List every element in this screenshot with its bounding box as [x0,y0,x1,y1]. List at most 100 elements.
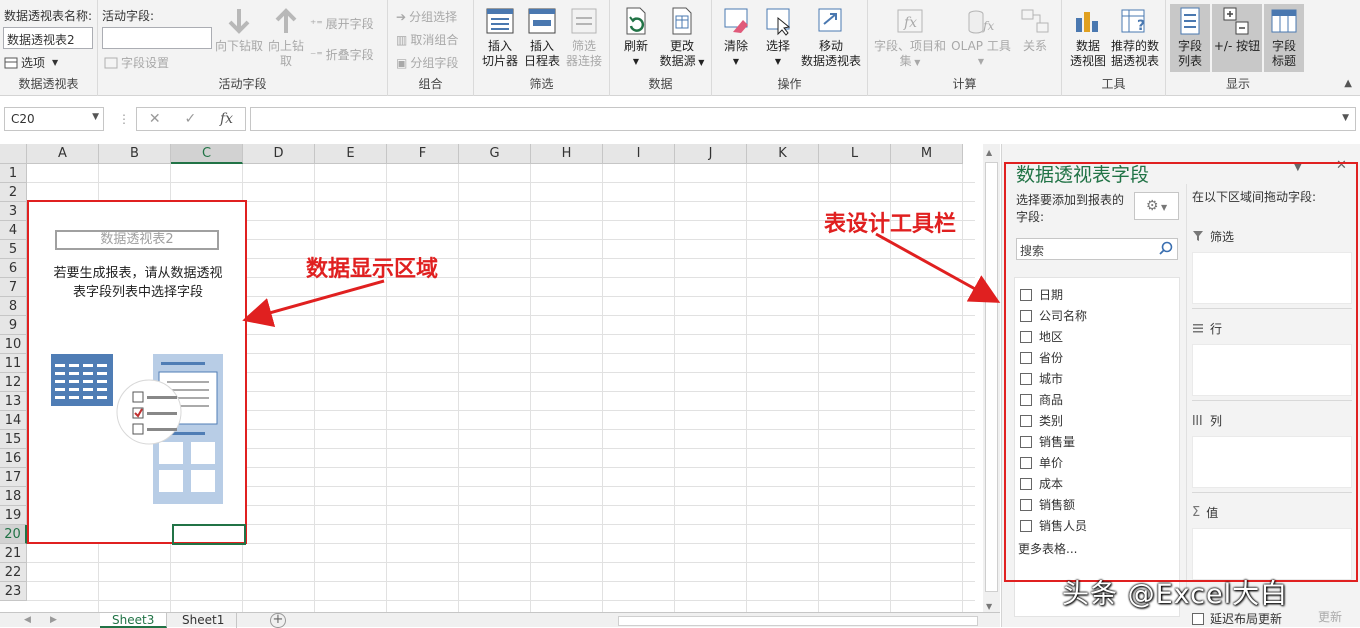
svg-text:?: ? [1137,18,1145,34]
add-sheet-icon[interactable]: + [270,613,286,628]
filter-connections-button[interactable]: 筛选 器连接 [564,6,604,69]
enter-icon[interactable]: ✓ [184,111,196,127]
group-field-button[interactable]: ▣ 分组字段 [396,54,458,71]
scroll-down-icon[interactable]: ▼ [986,602,992,611]
move-pivot-button[interactable]: 移动 数据透视表 [798,6,864,69]
update-button[interactable]: 更新 [1318,608,1342,625]
defer-update-checkbox[interactable]: 延迟布局更新 [1192,610,1282,627]
drill-up-button[interactable]: 向上钻 取 [264,6,308,69]
select-button[interactable]: 选择 ▼ [760,6,796,69]
row-header-16[interactable]: 16 [0,449,27,468]
scroll-up-icon[interactable]: ▲ [986,148,992,157]
pivot-table-placeholder[interactable]: 数据透视表2 若要生成报表，请从数据透视 表字段列表中选择字段 [27,200,247,545]
row-header-2[interactable]: 2 [0,183,27,202]
group-selection-button[interactable]: ➔ 分组选择 [396,8,457,25]
refresh-button[interactable]: 刷新 ▼ [616,6,656,69]
pivot-message: 若要生成报表，请从数据透视 表字段列表中选择字段 [53,266,223,300]
column-header-i[interactable]: I [603,144,675,164]
ribbon: 数据透视表名称: 数据透视表2 选项 ▼ 数据透视表 活动字段: 字段设置 向下钻… [0,0,1360,96]
sheet-tab-active[interactable]: Sheet3 [100,613,168,628]
checkbox[interactable] [1192,612,1204,625]
row-header-18[interactable]: 18 [0,487,27,506]
pivot-table-group: 数据透视表名称: 数据透视表2 选项 ▼ 数据透视表 [0,0,98,96]
name-box[interactable]: C20 ▼ [4,107,104,131]
scroll-right-icon[interactable]: ▶ [50,613,57,628]
grid-line [674,164,675,616]
column-header-f[interactable]: F [387,144,459,164]
row-header-10[interactable]: 10 [0,335,27,354]
collapse-field-button[interactable]: ⁻⁼ 折叠字段 [310,46,374,63]
column-header-d[interactable]: D [243,144,315,164]
select-all-corner[interactable] [0,144,27,164]
row-header-5[interactable]: 5 [0,240,27,259]
sheet-tab[interactable]: Sheet1 [170,613,238,628]
column-header-m[interactable]: M [891,144,963,164]
column-header-b[interactable]: B [99,144,171,164]
row-header-8[interactable]: 8 [0,297,27,316]
active-field-input[interactable] [102,27,212,49]
field-headers-button[interactable]: 字段 标题 [1264,4,1304,72]
column-header-a[interactable]: A [27,144,99,164]
row-header-20[interactable]: 20 [0,525,27,544]
chevron-down-icon: ▼ [52,58,59,67]
arrow-right-icon: ➔ [396,9,407,24]
row-header-4[interactable]: 4 [0,221,27,240]
row-header-19[interactable]: 19 [0,506,27,525]
scroll-left-icon[interactable]: ◀ [24,613,31,628]
row-header-3[interactable]: 3 [0,202,27,221]
collapse-ribbon-icon[interactable]: ▲ [1344,78,1352,89]
field-list-icon [1180,7,1200,35]
pivot-chart-button[interactable]: 数据 透视图 [1066,6,1110,69]
pivot-name-input[interactable]: 数据透视表2 [3,27,93,49]
row-header-22[interactable]: 22 [0,563,27,582]
column-header-e[interactable]: E [315,144,387,164]
insert-function-icon[interactable]: fx [220,111,233,127]
column-header-l[interactable]: L [819,144,891,164]
column-header-c[interactable]: C [171,144,243,164]
recommended-pivot-button[interactable]: ? 推荐的数 据透视表 [1108,6,1162,69]
row-header-17[interactable]: 17 [0,468,27,487]
column-header-j[interactable]: J [675,144,747,164]
clear-button[interactable]: 清除 ▼ [718,6,754,69]
formula-bar-grip[interactable]: ⋮ [118,112,130,126]
plus-minus-buttons-button[interactable]: +/- 按钮 [1212,4,1262,72]
options-button[interactable]: 选项 ▼ [4,54,58,71]
change-data-source-button[interactable]: 更改 数据源 ▼ [656,6,708,70]
row-header-6[interactable]: 6 [0,259,27,278]
row-header-14[interactable]: 14 [0,411,27,430]
chevron-down-icon: ▼ [977,57,985,66]
grid-line [314,164,315,616]
row-header-23[interactable]: 23 [0,582,27,601]
selected-cell-c20[interactable] [172,524,246,545]
cancel-icon[interactable]: ✕ [149,111,161,127]
field-settings-button[interactable]: 字段设置 [104,54,169,71]
column-header-g[interactable]: G [459,144,531,164]
row-header-11[interactable]: 11 [0,354,27,373]
ungroup-button[interactable]: ▥ 取消组合 [396,31,458,48]
fields-items-sets-button[interactable]: fx 字段、项目和集 ▼ [872,6,948,70]
row-header-1[interactable]: 1 [0,164,27,183]
column-header-k[interactable]: K [747,144,819,164]
insert-timeline-button[interactable]: 插入 日程表 [522,6,562,69]
insert-slicer-button[interactable]: 插入 切片器 [480,6,520,69]
row-header-12[interactable]: 12 [0,373,27,392]
vertical-scrollbar[interactable]: ▲ ▼ [983,144,1000,616]
horizontal-scrollbar[interactable] [618,616,978,626]
row-header-13[interactable]: 13 [0,392,27,411]
olap-tools-button[interactable]: fx OLAP 工具 ▼ [950,6,1012,69]
row-header-21[interactable]: 21 [0,544,27,563]
group-label-data: 数据 [648,77,673,91]
row-header-15[interactable]: 15 [0,430,27,449]
field-list-button[interactable]: 字段 列表 [1170,4,1210,72]
row-header-9[interactable]: 9 [0,316,27,335]
annotation-data-area: 数据显示区域 [306,256,439,282]
formula-input[interactable]: ▼ [250,107,1356,131]
expand-field-button[interactable]: ⁺⁼ 展开字段 [310,15,374,32]
column-header-h[interactable]: H [531,144,603,164]
filter-group: 插入 切片器 插入 日程表 筛选 器连接 筛选 [474,0,610,96]
row-header-7[interactable]: 7 [0,278,27,297]
scroll-thumb[interactable] [985,162,998,592]
drill-down-button[interactable]: 向下钻取 [213,6,265,54]
grid-line [27,562,975,563]
relationships-button[interactable]: 关系 [1014,6,1056,54]
